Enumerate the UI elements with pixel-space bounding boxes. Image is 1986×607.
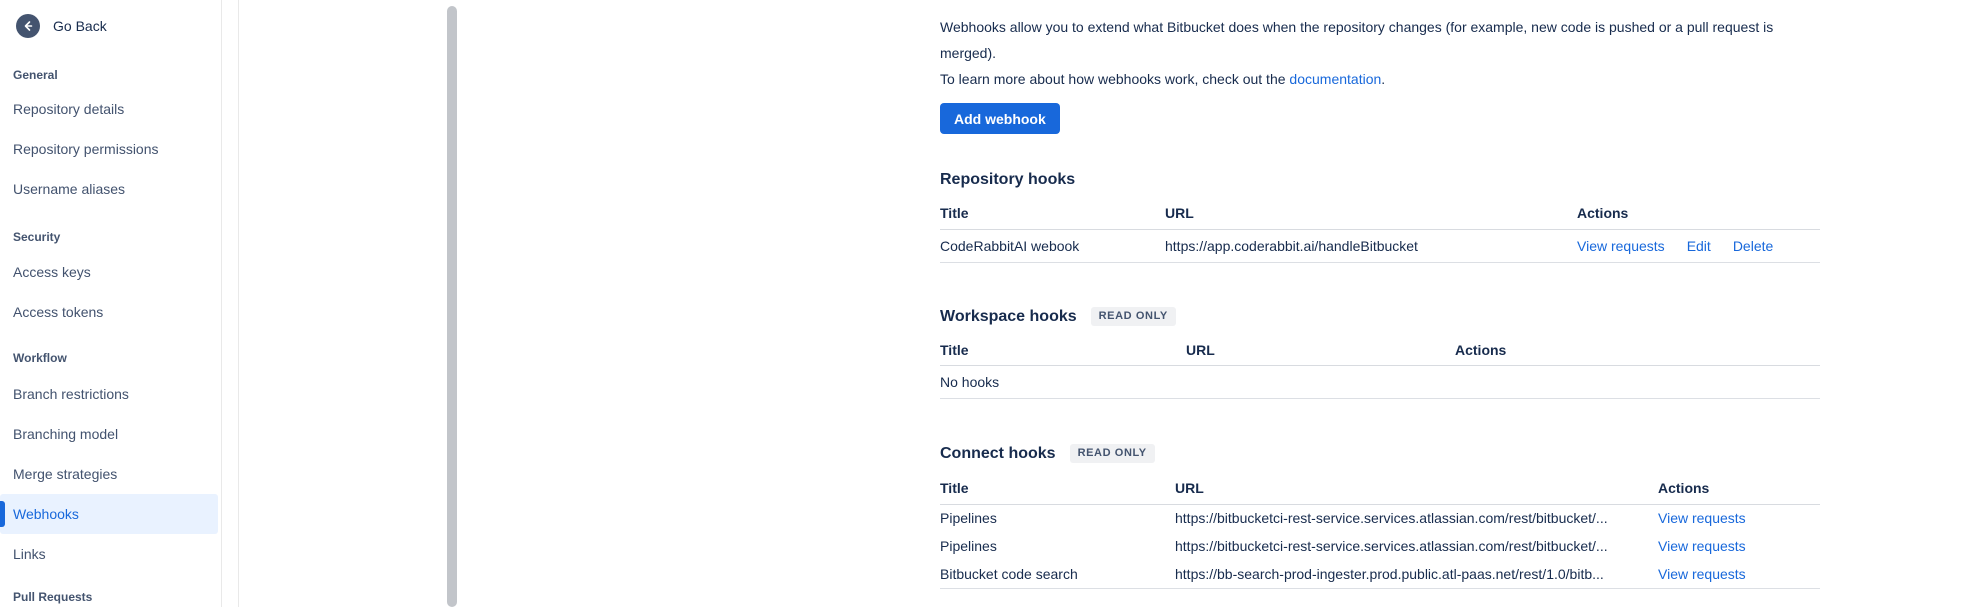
- workspace-hooks-table: Title URL Actions No hooks: [940, 342, 1820, 400]
- repository-hooks-table: Title URL Actions CodeRabbitAI webook ht…: [940, 205, 1820, 263]
- hook-actions-cell: View requests: [1658, 532, 1820, 560]
- sidebar-item-label: Webhooks: [13, 506, 79, 522]
- sidebar-scrollbar-track[interactable]: [221, 0, 239, 607]
- sidebar-group-security: Security: [0, 229, 218, 245]
- view-requests-link[interactable]: View requests: [1658, 538, 1746, 554]
- column-header-actions: Actions: [1577, 205, 1820, 229]
- hook-actions-cell: View requests Edit Delete: [1577, 229, 1820, 262]
- learn-more-text: To learn more about how webhooks work, c…: [940, 66, 1820, 92]
- table-row: Pipelines https://bitbucketci-rest-servi…: [940, 532, 1820, 560]
- sidebar-item-webhooks[interactable]: Webhooks: [0, 494, 218, 534]
- column-header-title: Title: [940, 342, 1186, 366]
- hook-actions-cell: View requests: [1658, 504, 1820, 532]
- workspace-hooks-title: Workspace hooks: [940, 308, 1077, 325]
- column-header-actions: Actions: [1658, 480, 1820, 504]
- view-requests-link[interactable]: View requests: [1577, 238, 1665, 254]
- learn-more-prefix: To learn more about how webhooks work, c…: [940, 71, 1289, 87]
- delete-link[interactable]: Delete: [1733, 238, 1773, 254]
- hook-title-cell: Pipelines: [940, 504, 1175, 532]
- hook-url-cell: https://bb-search-prod-ingester.prod.pub…: [1175, 560, 1658, 588]
- column-header-actions: Actions: [1455, 342, 1820, 366]
- sidebar-group-general: General: [0, 67, 218, 83]
- settings-sidebar: Go Back General Repository details Repos…: [0, 0, 218, 605]
- sidebar-item-links[interactable]: Links: [0, 534, 218, 574]
- sidebar-scrollbar-thumb[interactable]: [447, 6, 457, 607]
- hook-actions-cell: View requests: [1658, 560, 1820, 588]
- hook-title-cell: CodeRabbitAI webook: [940, 229, 1165, 262]
- sidebar-item-repository-permissions[interactable]: Repository permissions: [0, 129, 218, 169]
- column-header-title: Title: [940, 480, 1175, 504]
- table-row: Bitbucket code search https://bb-search-…: [940, 560, 1820, 588]
- table-row: No hooks: [940, 366, 1820, 399]
- sidebar-item-merge-strategies[interactable]: Merge strategies: [0, 454, 218, 494]
- connect-hooks-title: Connect hooks: [940, 445, 1056, 462]
- hook-title-cell: Pipelines: [940, 532, 1175, 560]
- sidebar-item-branch-restrictions[interactable]: Branch restrictions: [0, 374, 218, 414]
- hook-url-cell: https://bitbucketci-rest-service.service…: [1175, 532, 1658, 560]
- repository-hooks-heading: Repository hooks: [940, 170, 1820, 190]
- column-header-title: Title: [940, 205, 1165, 229]
- column-header-url: URL: [1186, 342, 1455, 366]
- learn-more-suffix: .: [1381, 71, 1385, 87]
- column-header-url: URL: [1165, 205, 1577, 229]
- connect-hooks-heading: Connect hooks READ ONLY: [940, 444, 1820, 465]
- add-webhook-button[interactable]: Add webhook: [940, 103, 1060, 134]
- workspace-hooks-heading: Workspace hooks READ ONLY: [940, 307, 1820, 328]
- active-indicator-bar: [0, 501, 5, 527]
- empty-state-cell: No hooks: [940, 366, 1820, 399]
- read-only-badge: READ ONLY: [1070, 444, 1155, 463]
- sidebar-item-repository-details[interactable]: Repository details: [0, 89, 218, 129]
- view-requests-link[interactable]: View requests: [1658, 566, 1746, 582]
- read-only-badge: READ ONLY: [1091, 307, 1176, 326]
- sidebar-group-workflow: Workflow: [0, 350, 218, 366]
- sidebar-group-pull-requests: Pull Requests: [0, 589, 218, 605]
- sidebar-item-username-aliases[interactable]: Username aliases: [0, 169, 218, 209]
- table-row: Pipelines https://bitbucketci-rest-servi…: [940, 504, 1820, 532]
- go-back-button[interactable]: Go Back: [16, 14, 218, 38]
- documentation-link[interactable]: documentation: [1289, 71, 1381, 87]
- edit-link[interactable]: Edit: [1687, 238, 1711, 254]
- column-header-url: URL: [1175, 480, 1658, 504]
- sidebar-item-access-keys[interactable]: Access keys: [0, 252, 218, 292]
- go-back-label: Go Back: [53, 18, 107, 34]
- view-requests-link[interactable]: View requests: [1658, 510, 1746, 526]
- hook-url-cell: https://bitbucketci-rest-service.service…: [1175, 504, 1658, 532]
- arrow-left-icon: [16, 14, 40, 38]
- hook-url-cell: https://app.coderabbit.ai/handleBitbucke…: [1165, 229, 1577, 262]
- sidebar-item-access-tokens[interactable]: Access tokens: [0, 292, 218, 332]
- webhooks-settings-content: Webhooks allow you to extend what Bitbuc…: [940, 0, 1820, 589]
- sidebar-item-branching-model[interactable]: Branching model: [0, 414, 218, 454]
- webhooks-intro-text: Webhooks allow you to extend what Bitbuc…: [940, 14, 1820, 66]
- table-row: CodeRabbitAI webook https://app.coderabb…: [940, 229, 1820, 262]
- hook-title-cell: Bitbucket code search: [940, 560, 1175, 588]
- connect-hooks-table: Title URL Actions Pipelines https://bitb…: [940, 480, 1820, 589]
